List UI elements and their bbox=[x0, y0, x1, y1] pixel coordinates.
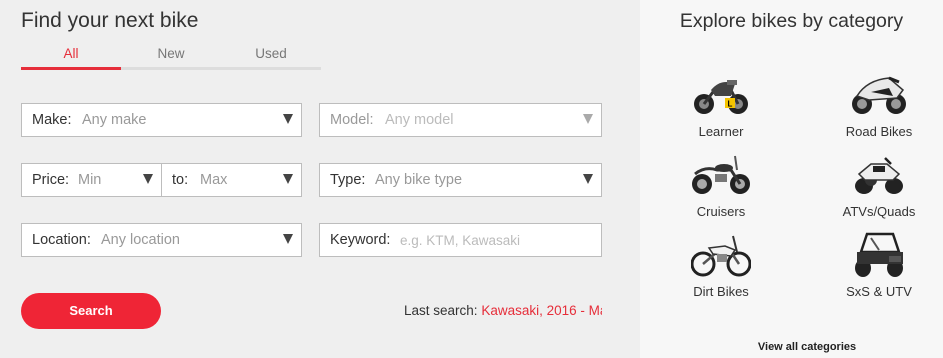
price-min-select[interactable]: Price: Min bbox=[21, 163, 162, 197]
condition-tabs: All New Used bbox=[21, 44, 321, 70]
location-label: Location: bbox=[32, 232, 91, 248]
search-title: Find your next bike bbox=[21, 9, 199, 32]
make-select[interactable]: Make: Any make bbox=[21, 103, 302, 137]
dropdown-arrow-icon bbox=[583, 114, 593, 124]
search-button[interactable]: Search bbox=[21, 293, 161, 329]
atv-quad-icon bbox=[855, 157, 903, 194]
location-value: Any location bbox=[101, 232, 180, 248]
category-atvs-quads[interactable]: ATVs/Quads bbox=[819, 150, 939, 222]
category-cruisers[interactable]: Cruisers bbox=[661, 150, 781, 222]
price-to-label: to: bbox=[172, 172, 189, 188]
keyword-label: Keyword: bbox=[330, 232, 391, 248]
type-label: Type: bbox=[330, 172, 366, 188]
category-learner[interactable]: L Learner bbox=[661, 70, 781, 142]
category-label: Cruisers bbox=[696, 204, 746, 219]
price-max-value: Max bbox=[200, 172, 228, 188]
category-label: ATVs/Quads bbox=[842, 204, 916, 219]
make-label: Make: bbox=[32, 112, 72, 128]
sxs-utv-icon bbox=[855, 232, 903, 277]
category-title: Explore bikes by category bbox=[679, 10, 904, 32]
dropdown-arrow-icon bbox=[283, 234, 293, 244]
category-road-bikes[interactable]: Road Bikes bbox=[819, 70, 939, 142]
model-label: Model: bbox=[330, 112, 374, 128]
tab-new[interactable]: New bbox=[121, 46, 221, 61]
model-value: Any model bbox=[385, 112, 454, 128]
location-select[interactable]: Location: Any location bbox=[21, 223, 302, 257]
keyword-field[interactable]: Keyword: e.g. KTM, Kawasaki bbox=[319, 223, 602, 257]
make-value: Any make bbox=[82, 112, 147, 128]
svg-text:L: L bbox=[728, 100, 733, 109]
last-search: Last search: Kawasaki, 2016 - Ma bbox=[404, 303, 602, 318]
price-label: Price: bbox=[32, 172, 70, 188]
dropdown-arrow-icon bbox=[143, 174, 153, 184]
model-select[interactable]: Model: Any model bbox=[319, 103, 602, 137]
type-value: Any bike type bbox=[375, 172, 463, 188]
category-label: SxS & UTV bbox=[846, 284, 912, 299]
dropdown-arrow-icon bbox=[583, 174, 593, 184]
search-panel: Find your next bike All New Used Make: A… bbox=[0, 0, 640, 358]
price-min-value: Min bbox=[78, 172, 102, 188]
category-panel: Explore bikes by category L Learner Road… bbox=[640, 0, 943, 358]
road-bike-icon bbox=[852, 76, 906, 114]
last-search-link[interactable]: Kawasaki, 2016 - Ma bbox=[481, 303, 602, 318]
keyword-placeholder[interactable]: e.g. KTM, Kawasaki bbox=[400, 233, 520, 248]
learner-bike-icon: L bbox=[694, 80, 748, 114]
price-max-select[interactable]: to: Max bbox=[161, 163, 302, 197]
active-tab-indicator bbox=[21, 67, 121, 70]
last-search-label: Last search: bbox=[404, 303, 478, 318]
category-dirt-bikes[interactable]: Dirt Bikes bbox=[661, 230, 781, 302]
category-label: Road Bikes bbox=[845, 124, 913, 139]
dirt-bike-icon bbox=[691, 235, 751, 277]
cruiser-bike-icon bbox=[692, 155, 750, 194]
dropdown-arrow-icon bbox=[283, 114, 293, 124]
category-label: Learner bbox=[698, 124, 744, 139]
category-label: Dirt Bikes bbox=[693, 284, 749, 299]
tab-all[interactable]: All bbox=[21, 46, 121, 61]
type-select[interactable]: Type: Any bike type bbox=[319, 163, 602, 197]
category-sxs-utv[interactable]: SxS & UTV bbox=[819, 230, 939, 302]
view-all-categories-link[interactable]: View all categories bbox=[640, 341, 943, 353]
tab-used[interactable]: Used bbox=[221, 46, 321, 61]
dropdown-arrow-icon bbox=[283, 174, 293, 184]
